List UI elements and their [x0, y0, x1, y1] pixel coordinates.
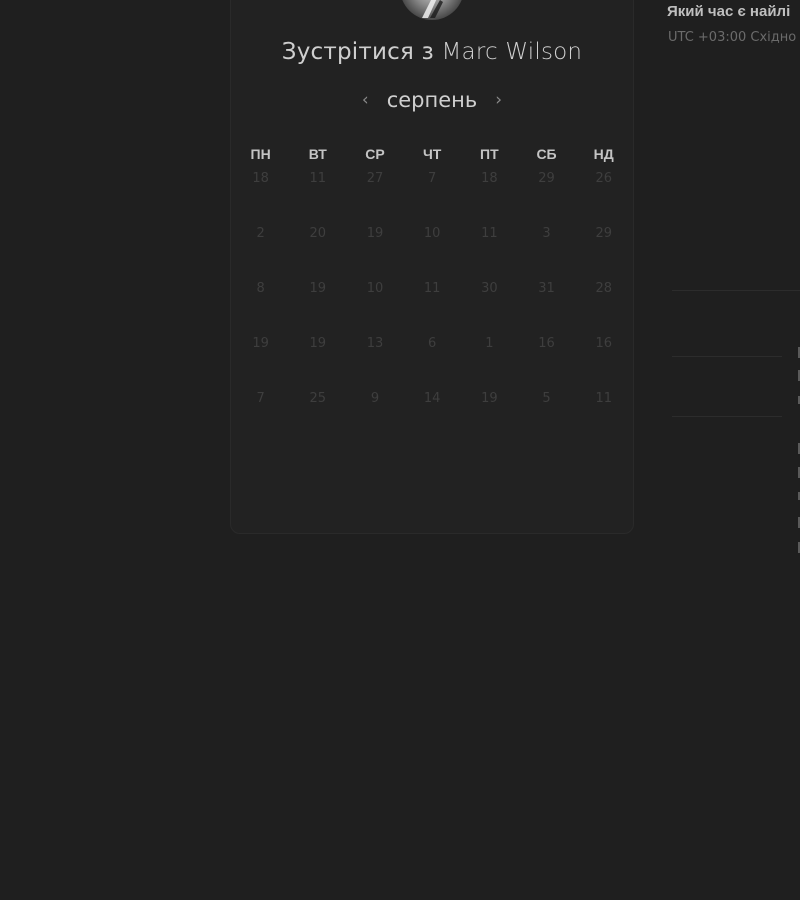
host-name: Marc Wilson — [441, 39, 583, 65]
chevron-left-icon[interactable]: ‹ — [362, 91, 369, 109]
calendar-day: 26 — [595, 171, 612, 186]
month-label: серпень — [386, 88, 478, 112]
calendar-day: 14 — [423, 391, 441, 406]
calendar-day: 6 — [428, 336, 437, 351]
calendar-day: 7 — [256, 391, 265, 406]
time-divider — [672, 356, 782, 357]
calendar-day: 9 — [370, 391, 380, 406]
calendar-day: 8 — [256, 281, 265, 296]
calendar-day: 31 — [538, 281, 555, 296]
calendar-day: 20 — [309, 226, 327, 241]
calendar-day: 1 — [485, 336, 494, 351]
weekday-label: ПН — [250, 146, 271, 162]
calendar-day: 16 — [595, 336, 612, 351]
weekday-label: ВТ — [308, 146, 327, 162]
calendar-day: 29 — [538, 171, 555, 186]
calendar-day: 28 — [595, 281, 612, 296]
chevron-right-icon[interactable]: › — [495, 91, 502, 109]
time-divider — [672, 416, 782, 417]
calendar-day: 7 — [428, 171, 437, 186]
meeting-title: Зустрітися з Marc Wilson — [230, 39, 634, 65]
calendar-day: 2 — [256, 226, 265, 241]
weekday-label: ЧТ — [422, 146, 442, 162]
timezone-selector[interactable]: UTC +03:00 Східно — [668, 30, 796, 45]
calendar-day: 16 — [538, 336, 555, 351]
calendar-day: 10 — [423, 226, 441, 241]
calendar-day: 19 — [481, 391, 498, 406]
calendar-day: 27 — [366, 171, 384, 186]
calendar-day: 13 — [366, 336, 384, 351]
calendar-day: 11 — [481, 226, 498, 241]
weekday-label: ПТ — [480, 146, 499, 162]
calendar-day: 19 — [366, 226, 384, 241]
calendar-day: 18 — [481, 171, 498, 186]
time-divider — [672, 290, 800, 291]
calendar-day: 29 — [595, 226, 612, 241]
avatar-image-icon — [422, 0, 443, 18]
calendar-day: 18 — [252, 171, 269, 186]
host-avatar — [400, 0, 464, 20]
calendar-day: 11 — [309, 171, 327, 186]
weekday-header: ПН ВТ СР ЧТ ПТ СБ НД — [232, 146, 632, 162]
weekday-label: СБ — [536, 146, 557, 162]
calendar-day: 3 — [542, 226, 551, 241]
booking-page: Зустрітися з Marc Wilson ‹ серпень › ПН … — [0, 0, 800, 900]
meeting-title-prefix: Зустрітися з — [281, 39, 434, 65]
calendar-day: 25 — [309, 391, 327, 406]
weekday-label: СР — [365, 146, 385, 162]
calendar-day: 19 — [252, 336, 269, 351]
calendar-day: 11 — [595, 391, 612, 406]
calendar-days-grid: 18 11 27 7 18 29 26 2 20 19 10 11 3 29 8… — [232, 170, 632, 445]
calendar-day: 5 — [542, 391, 551, 406]
calendar-day: 19 — [309, 281, 327, 296]
weekday-label: НД — [593, 146, 614, 162]
month-navigation: ‹ серпень › — [230, 86, 634, 114]
calendar-day: 30 — [481, 281, 498, 296]
calendar-day: 10 — [366, 281, 384, 296]
time-panel-title: Який час є найлі — [667, 3, 791, 20]
calendar-day: 11 — [423, 281, 441, 296]
calendar-day: 19 — [309, 336, 327, 351]
